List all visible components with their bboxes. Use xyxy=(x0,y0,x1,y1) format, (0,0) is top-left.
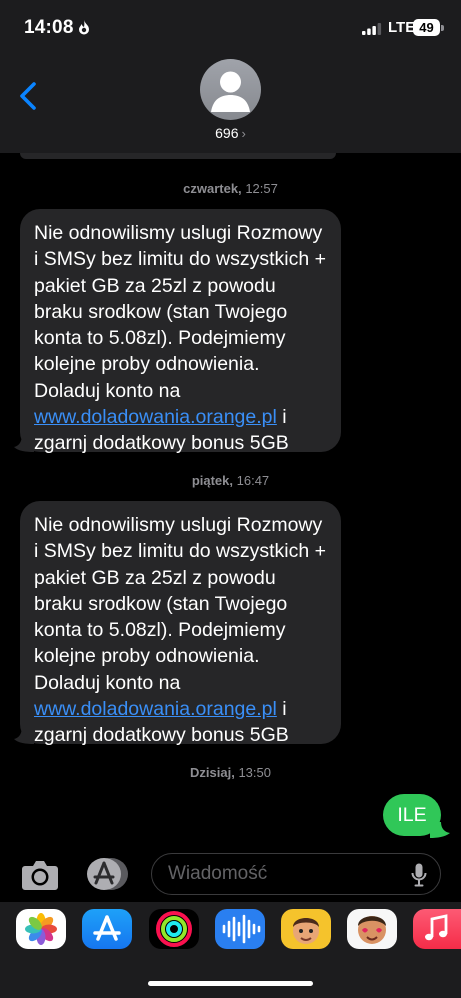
battery-tip xyxy=(441,25,444,31)
chevron-right-icon: › xyxy=(241,126,246,141)
app-store-app-icon[interactable] xyxy=(82,909,132,949)
message-text: Nie odnowilismy uslugi Rozmowy i SMSy be… xyxy=(34,222,327,402)
status-time: 14:08 xyxy=(24,17,74,38)
message-timestamp: czwartek, 12:57 xyxy=(0,181,461,196)
home-indicator[interactable] xyxy=(148,981,313,986)
music-app-icon[interactable] xyxy=(413,909,461,949)
app-store-icon xyxy=(87,858,128,890)
timestamp-day: czwartek, xyxy=(183,181,242,196)
sent-message-bubble[interactable]: ILE xyxy=(383,794,441,836)
camera-icon[interactable] xyxy=(21,857,59,891)
received-message-bubble[interactable]: Nie odnowilismy uslugi Rozmowy i SMSy be… xyxy=(14,209,341,454)
timestamp-day: piątek, xyxy=(191,473,233,488)
memoji-stickers-app-icon[interactable] xyxy=(347,909,397,949)
memoji-app-icon[interactable] xyxy=(281,909,331,949)
message-link[interactable]: www.doladowania.orange.pl xyxy=(34,698,277,720)
hotspot-icon xyxy=(79,20,89,35)
message-input-placeholder: Wiadomość xyxy=(168,863,268,884)
timestamp-time: 12:57 xyxy=(245,181,278,196)
received-message-bubble[interactable]: Nie odnowilismy uslugi Rozmowy i SMSy be… xyxy=(14,501,341,746)
microphone-icon[interactable] xyxy=(411,863,427,887)
signal-icon xyxy=(362,23,382,35)
photos-app-icon[interactable] xyxy=(16,909,66,949)
app-store-button[interactable] xyxy=(85,857,129,891)
contact-avatar[interactable] xyxy=(200,59,261,120)
message-text: Nie odnowilismy uslugi Rozmowy i SMSy be… xyxy=(34,514,327,694)
audio-message-app-icon[interactable] xyxy=(215,909,265,949)
network-type: LTE xyxy=(388,19,416,36)
battery-indicator: 49 xyxy=(413,19,440,36)
conversation-header: 696 › xyxy=(0,56,461,153)
timestamp-day: Dzisiaj, xyxy=(190,765,235,780)
timestamp-time: 16:47 xyxy=(236,473,270,488)
contact-name-button[interactable]: 696 › xyxy=(0,125,461,141)
contact-name: 696 xyxy=(215,125,239,141)
message-input[interactable]: Wiadomość xyxy=(151,853,441,895)
message-link[interactable]: www.doladowania.orange.pl xyxy=(34,406,277,428)
chevron-left-icon[interactable] xyxy=(14,78,44,114)
message-timestamp: piątek, 16:47 xyxy=(0,473,461,488)
message-timestamp: Dzisiaj, 13:50 xyxy=(0,765,461,780)
timestamp-time: 13:50 xyxy=(238,765,271,780)
bubble-tail xyxy=(14,726,34,744)
previous-message-bubble[interactable] xyxy=(20,153,336,159)
person-icon xyxy=(211,71,250,112)
status-bar: 14:08 LTE 49 xyxy=(0,0,461,56)
fitness-app-icon[interactable] xyxy=(149,909,199,949)
bubble-tail xyxy=(14,434,34,452)
